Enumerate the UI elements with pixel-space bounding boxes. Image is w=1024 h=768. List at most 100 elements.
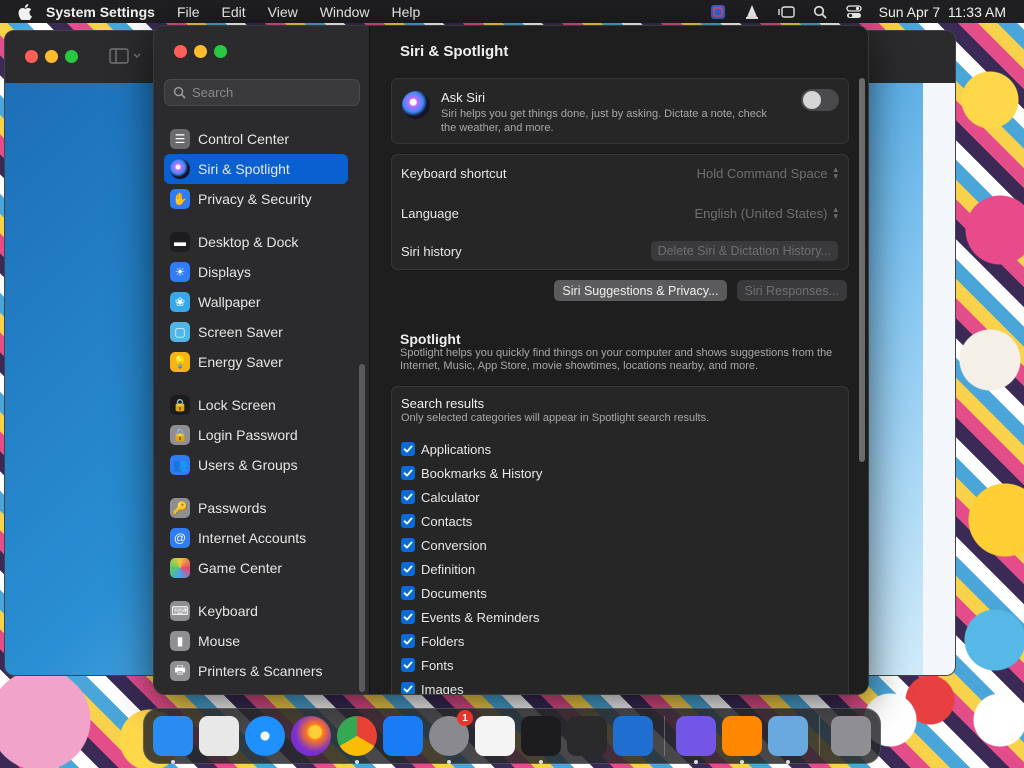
- dock-separator: [664, 716, 665, 756]
- zoom-button[interactable]: [214, 45, 227, 58]
- sidebar-item-screen-saver[interactable]: ▢ Screen Saver: [164, 317, 348, 347]
- sidebar-item-game-center[interactable]: Game Center: [164, 553, 348, 583]
- category-bookmarks-history[interactable]: Bookmarks & History: [401, 461, 542, 485]
- safari-icon[interactable]: [245, 716, 285, 756]
- stage-manager-icon[interactable]: [777, 4, 795, 20]
- search-input[interactable]: [192, 85, 352, 100]
- sidebar-item-wallpaper[interactable]: ❀ Wallpaper: [164, 287, 348, 317]
- category-list: Applications Bookmarks & History Calculato…: [401, 437, 542, 694]
- finder-icon[interactable]: [153, 716, 193, 764]
- keyboard-icon: ⌨: [170, 601, 190, 621]
- sidebar-toggle-icon[interactable]: [109, 48, 143, 64]
- control-center-icon[interactable]: [845, 4, 863, 20]
- menu-window[interactable]: Window: [320, 4, 370, 20]
- launchpad-icon[interactable]: [199, 716, 239, 756]
- keyboard-shortcut-label: Keyboard shortcut: [401, 165, 507, 181]
- firefox-icon[interactable]: [291, 716, 331, 756]
- menu-app-name[interactable]: System Settings: [46, 4, 155, 20]
- category-label: Calculator: [421, 489, 480, 505]
- flower-icon: ❀: [170, 292, 190, 312]
- apple-menu-icon[interactable]: [18, 3, 32, 20]
- sidebar-item-label: Energy Saver: [198, 354, 283, 370]
- category-folders[interactable]: Folders: [401, 629, 542, 653]
- sidebar-item-control-center[interactable]: ☰ Control Center: [164, 124, 348, 154]
- app-store-icon[interactable]: [383, 716, 423, 756]
- siri-settings-group: Keyboard shortcut Hold Command Space ▴ ▾ …: [391, 154, 849, 270]
- menu-view[interactable]: View: [268, 4, 298, 20]
- screen-mirroring-icon[interactable]: [709, 4, 727, 20]
- key-icon: 🔑: [170, 498, 190, 518]
- garageband-icon[interactable]: [567, 716, 607, 756]
- bg-close-button[interactable]: [25, 50, 38, 63]
- category-fonts[interactable]: Fonts: [401, 653, 542, 677]
- sidebar-item-internet-accounts[interactable]: @ Internet Accounts: [164, 523, 348, 553]
- menu-clock[interactable]: Sun Apr 7 11:33 AM: [879, 4, 1006, 20]
- keyboard-shortcut-select[interactable]: Hold Command Space ▴ ▾: [697, 165, 838, 181]
- category-events-reminders[interactable]: Events & Reminders: [401, 605, 542, 629]
- delete-siri-history-button[interactable]: Delete Siri & Dictation History...: [650, 241, 838, 261]
- system-settings-window[interactable]: ☰ Control Center Siri & Spotlight ✋ Privacy …: [153, 25, 869, 695]
- sidebar-item-users-groups[interactable]: 👥 Users & Groups: [164, 450, 348, 480]
- terminal-icon[interactable]: [521, 716, 561, 764]
- menu-file[interactable]: File: [177, 4, 200, 20]
- sidebar-item-siri-spotlight[interactable]: Siri & Spotlight: [164, 154, 348, 184]
- sidebar-item-keyboard[interactable]: ⌨ Keyboard: [164, 596, 348, 626]
- category-contacts[interactable]: Contacts: [401, 509, 542, 533]
- ask-siri-toggle[interactable]: [801, 89, 839, 111]
- checkbox-checked-icon[interactable]: [401, 658, 415, 672]
- running-indicator: [447, 760, 451, 764]
- language-select[interactable]: English (United States) ▴ ▾: [695, 205, 838, 221]
- screen-saver-icon: ▢: [170, 322, 190, 342]
- sidebar-item-lock-screen[interactable]: 🔒 Lock Screen: [164, 390, 348, 420]
- category-definition[interactable]: Definition: [401, 557, 542, 581]
- checkbox-checked-icon[interactable]: [401, 490, 415, 504]
- vlc-status-icon[interactable]: [743, 4, 761, 20]
- vscode-icon[interactable]: [613, 716, 653, 756]
- sidebar-scrollbar[interactable]: [359, 364, 365, 692]
- sidebar-item-energy-saver[interactable]: 💡 Energy Saver: [164, 347, 348, 377]
- sidebar-item-label: Printers & Scanners: [198, 663, 323, 679]
- bg-minimize-button[interactable]: [45, 50, 58, 63]
- sidebar-item-displays[interactable]: ☀ Displays: [164, 257, 348, 287]
- sidebar-item-privacy-security[interactable]: ✋ Privacy & Security: [164, 184, 348, 214]
- checkbox-checked-icon[interactable]: [401, 514, 415, 528]
- search-field[interactable]: [164, 79, 360, 106]
- checkbox-checked-icon[interactable]: [401, 466, 415, 480]
- sidebar-item-passwords[interactable]: 🔑 Passwords: [164, 493, 348, 523]
- category-documents[interactable]: Documents: [401, 581, 542, 605]
- close-button[interactable]: [174, 45, 187, 58]
- viber-icon[interactable]: [676, 716, 716, 764]
- preview-icon[interactable]: [768, 716, 808, 764]
- sidebar-item-printers-scanners[interactable]: 🖶 Printers & Scanners: [164, 656, 348, 686]
- siri-suggestions-privacy-button[interactable]: Siri Suggestions & Privacy...: [554, 280, 727, 301]
- menu-help[interactable]: Help: [392, 4, 421, 20]
- ask-siri-label: Ask Siri: [441, 90, 486, 105]
- sidebar-item-label: Desktop & Dock: [198, 234, 299, 250]
- category-conversion[interactable]: Conversion: [401, 533, 542, 557]
- content-scrollbar[interactable]: [859, 78, 865, 462]
- category-applications[interactable]: Applications: [401, 437, 542, 461]
- trash-icon[interactable]: [831, 716, 871, 756]
- checkbox-checked-icon[interactable]: [401, 682, 415, 694]
- checkbox-checked-icon[interactable]: [401, 610, 415, 624]
- category-calculator[interactable]: Calculator: [401, 485, 542, 509]
- checkbox-checked-icon[interactable]: [401, 586, 415, 600]
- checkbox-checked-icon[interactable]: [401, 562, 415, 576]
- minimize-button[interactable]: [194, 45, 207, 58]
- bg-zoom-button[interactable]: [65, 50, 78, 63]
- siri-responses-button[interactable]: Siri Responses...: [736, 280, 847, 301]
- chrome-icon[interactable]: [337, 716, 377, 764]
- system-settings-icon[interactable]: 1: [429, 710, 473, 764]
- sidebar-item-mouse[interactable]: ▮ Mouse: [164, 626, 348, 656]
- checkbox-checked-icon[interactable]: [401, 538, 415, 552]
- category-images[interactable]: Images: [401, 677, 542, 694]
- textedit-icon[interactable]: [475, 716, 515, 756]
- checkbox-checked-icon[interactable]: [401, 442, 415, 456]
- checkbox-checked-icon[interactable]: [401, 634, 415, 648]
- sidebar-item-desktop-dock[interactable]: ▬ Desktop & Dock: [164, 227, 348, 257]
- menu-edit[interactable]: Edit: [222, 4, 246, 20]
- search-icon[interactable]: [811, 4, 829, 20]
- sidebar-item-login-password[interactable]: 🔒 Login Password: [164, 420, 348, 450]
- category-label: Fonts: [421, 657, 454, 673]
- vlc-icon[interactable]: [722, 716, 762, 764]
